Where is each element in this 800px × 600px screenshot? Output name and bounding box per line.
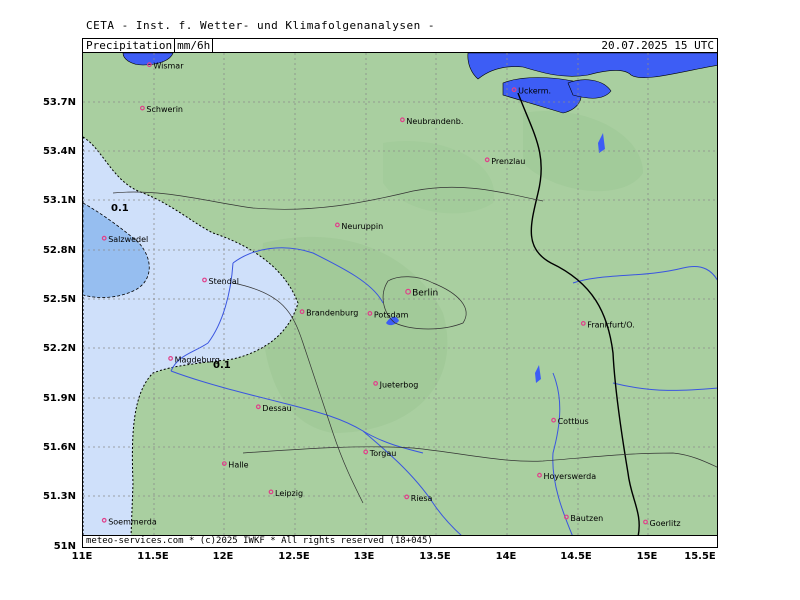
lon-label: 11E bbox=[71, 551, 93, 562]
city-label: Schwerin bbox=[146, 105, 183, 114]
copyright-text: meteo-services.com * (c)2025 IWKF * All … bbox=[86, 536, 433, 546]
parameter-label: Precipitation mm/6h bbox=[86, 39, 214, 53]
lon-label: 13E bbox=[353, 551, 375, 562]
lat-label: 53.7N bbox=[42, 97, 76, 108]
lat-label: 53.1N bbox=[42, 195, 76, 206]
city-label: Salzwedel bbox=[108, 235, 148, 244]
city-label: Torgau bbox=[369, 449, 397, 458]
lat-label: 52.2N bbox=[42, 343, 76, 354]
lat-label: 51.9N bbox=[42, 393, 76, 404]
city-label: Stendal bbox=[209, 277, 239, 286]
lon-label: 15.5E bbox=[684, 551, 716, 562]
contour-label: 0.1 bbox=[111, 203, 129, 214]
lon-label: 12.5E bbox=[278, 551, 310, 562]
city-label: Dessau bbox=[262, 404, 291, 413]
city-label: Uckerm. bbox=[518, 87, 551, 96]
city-label: Neuruppin bbox=[341, 222, 383, 231]
lat-label: 51.6N bbox=[42, 442, 76, 453]
lon-label: 14E bbox=[495, 551, 517, 562]
city-label: Magdeburg bbox=[175, 355, 220, 364]
lat-label: 52.5N bbox=[42, 294, 76, 305]
lon-label: 14.5E bbox=[560, 551, 592, 562]
valid-time: 20.07.2025 15 UTC bbox=[601, 39, 714, 52]
city-label: Cottbus bbox=[558, 417, 589, 426]
city-label: Frankfurt/O. bbox=[587, 320, 634, 329]
top-title: CETA - Inst. f. Wetter- und Klimafolgena… bbox=[86, 19, 436, 32]
lat-label: 51.3N bbox=[42, 491, 76, 502]
lat-label: 52.8N bbox=[42, 245, 76, 256]
lon-label: 11.5E bbox=[137, 551, 169, 562]
city-label: Neubrandenb. bbox=[406, 117, 463, 126]
city-label: Prenzlau bbox=[491, 157, 525, 166]
city-label: Potsdam bbox=[374, 310, 409, 319]
city-label: Halle bbox=[228, 461, 248, 470]
precipitation-map: 0.1 0.1 WismarSchwerinNeubrandenb.Uckerm… bbox=[83, 53, 717, 537]
city-label: Riesa bbox=[411, 494, 433, 503]
city-label: Wismar bbox=[153, 62, 184, 71]
lon-label: 12E bbox=[212, 551, 234, 562]
unit-label: mm/6h bbox=[174, 39, 214, 53]
city-label: Hoyerswerda bbox=[544, 472, 597, 481]
map-frame: Precipitation mm/6h 20.07.2025 15 UTC 0.… bbox=[82, 38, 718, 548]
parameter-name: Precipitation bbox=[86, 39, 173, 52]
city-label: Leipzig bbox=[275, 489, 303, 498]
lat-label: 53.4N bbox=[42, 146, 76, 157]
city-label: Bautzen bbox=[570, 514, 603, 523]
city-label: Berlin bbox=[412, 289, 438, 299]
map-footer-bar: meteo-services.com * (c)2025 IWKF * All … bbox=[83, 535, 717, 547]
city-label: Goerlitz bbox=[650, 519, 681, 528]
lon-label: 15E bbox=[636, 551, 658, 562]
city-label: Soemmerda bbox=[108, 517, 157, 526]
map-header-bar: Precipitation mm/6h 20.07.2025 15 UTC bbox=[83, 39, 717, 53]
lon-label: 13.5E bbox=[419, 551, 451, 562]
city-label: Jueterbog bbox=[379, 380, 419, 389]
city-label: Brandenburg bbox=[306, 309, 358, 318]
